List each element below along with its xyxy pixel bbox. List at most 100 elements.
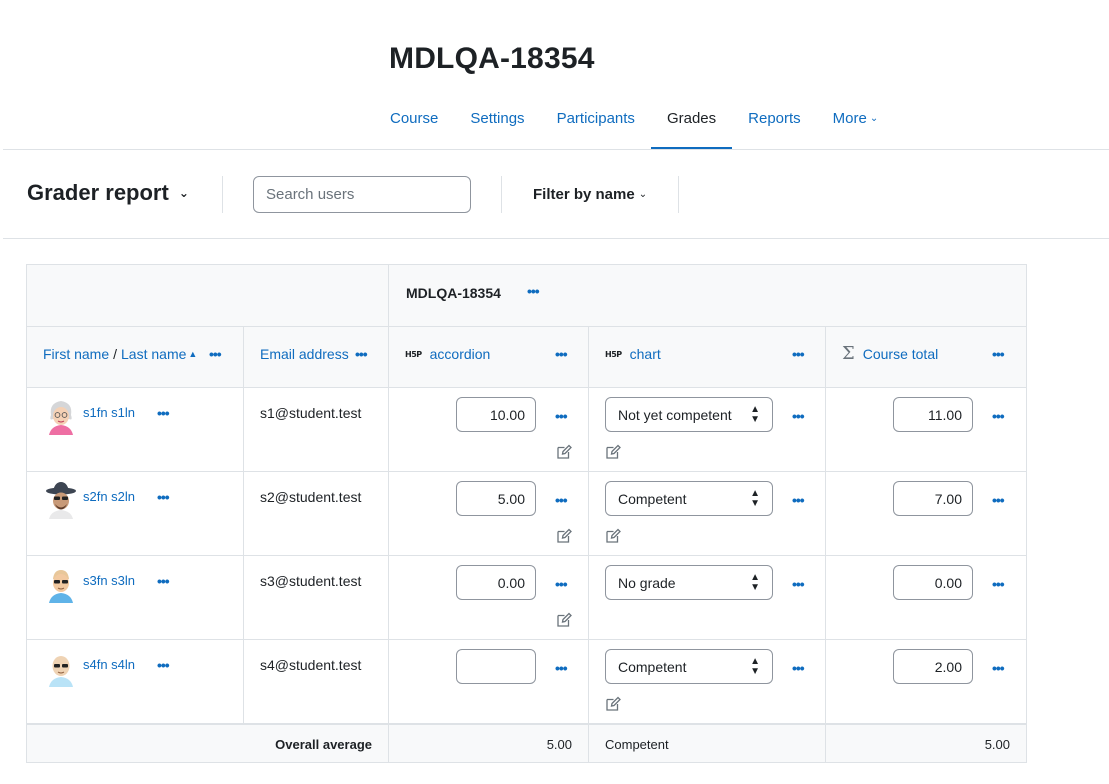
accordion-grade-input[interactable]	[456, 481, 536, 516]
course-total-link[interactable]: Course total	[863, 346, 938, 362]
select-arrows-icon: ▲ ▼	[750, 487, 760, 509]
user-menu-icon[interactable]: •••	[157, 658, 170, 672]
category-header: MDLQA-18354 •••	[387, 264, 1028, 327]
grader-table: MDLQA-18354 ••• First name / Last name ▲…	[26, 264, 1028, 763]
email-value: s4@student.test	[260, 657, 362, 673]
chart-item-link[interactable]: chart	[630, 346, 661, 362]
course-total-menu-icon[interactable]: •••	[992, 347, 1005, 361]
cell-menu-icon[interactable]: •••	[555, 409, 568, 423]
email-column-menu-icon[interactable]: •••	[355, 347, 368, 361]
chevron-down-icon: ⌄	[869, 113, 879, 124]
select-arrows-icon: ▲ ▼	[750, 571, 760, 593]
accordion-grade-input[interactable]	[456, 565, 536, 600]
cell-menu-icon[interactable]: •••	[992, 493, 1005, 507]
chart-average: Competent	[605, 736, 669, 752]
filter-by-name-button[interactable]: Filter by name ⌄	[533, 186, 647, 203]
cell-menu-icon[interactable]: •••	[792, 493, 805, 507]
action-divider	[501, 176, 502, 213]
avatar[interactable]	[45, 565, 77, 603]
chart-grade-select[interactable]: Competent ▲ ▼	[605, 481, 773, 516]
user-name-link[interactable]: s3fn s3ln	[83, 573, 135, 588]
table-row: s3fn s3ln ••• s3@student.test ••• No gra…	[26, 555, 1028, 640]
accordion-item-link[interactable]: accordion	[430, 346, 491, 362]
cell-menu-icon[interactable]: •••	[992, 577, 1005, 591]
cell-menu-icon[interactable]: •••	[992, 661, 1005, 675]
user-name-link[interactable]: s4fn s4ln	[83, 657, 135, 672]
action-divider	[222, 176, 223, 213]
user-menu-icon[interactable]: •••	[157, 574, 170, 588]
chart-column-menu-icon[interactable]: •••	[792, 347, 805, 361]
nav-settings-label: Settings	[470, 110, 525, 127]
category-name: MDLQA-18354	[406, 285, 501, 301]
nav-settings[interactable]: Settings	[454, 98, 540, 150]
edit-icon[interactable]	[556, 612, 572, 628]
email-value: s2@student.test	[260, 489, 362, 505]
chart-grade-value: Competent	[618, 658, 687, 675]
email-value: s3@student.test	[260, 573, 362, 589]
edit-icon[interactable]	[605, 528, 621, 544]
email-column-header: Email address •••	[243, 326, 389, 388]
avatar[interactable]	[45, 649, 77, 687]
user-menu-icon[interactable]: •••	[157, 490, 170, 504]
edit-icon[interactable]	[605, 444, 621, 460]
report-selector[interactable]: Grader report ⌄	[27, 180, 189, 206]
course-total-input[interactable]	[893, 397, 973, 432]
course-total-input[interactable]	[893, 481, 973, 516]
sort-last-name-link[interactable]: Last name	[121, 346, 186, 362]
user-name-link[interactable]: s1fn s1ln	[83, 405, 135, 420]
cell-menu-icon[interactable]: •••	[555, 577, 568, 591]
nav-participants[interactable]: Participants	[541, 98, 651, 150]
search-users-input[interactable]	[253, 176, 471, 213]
edit-icon[interactable]	[605, 696, 621, 712]
chart-grade-value: Competent	[618, 490, 687, 507]
h5p-icon: H5P	[405, 349, 422, 359]
user-name-link[interactable]: s2fn s2ln	[83, 489, 135, 504]
course-title: MDLQA-18354	[389, 42, 595, 75]
user-menu-icon[interactable]: •••	[157, 406, 170, 420]
overall-average-row: Overall average 5.00 Competent 5.00	[26, 722, 1028, 763]
select-arrows-icon: ▲ ▼	[750, 655, 760, 677]
report-selector-label: Grader report	[27, 180, 169, 205]
nav-more[interactable]: More ⌄	[817, 98, 895, 150]
avatar[interactable]	[45, 397, 77, 435]
course-total-input[interactable]	[893, 565, 973, 600]
table-row: s1fn s1ln ••• s1@student.test ••• Not ye…	[26, 387, 1028, 472]
nav-divider	[3, 149, 1109, 150]
sort-first-name-link[interactable]: First name	[43, 346, 109, 362]
nav-course[interactable]: Course	[374, 98, 454, 150]
actionbar-divider	[3, 238, 1109, 239]
nav-grades[interactable]: Grades	[650, 98, 733, 150]
empty-header-cell	[26, 264, 389, 327]
cell-menu-icon[interactable]: •••	[555, 661, 568, 675]
edit-icon[interactable]	[556, 444, 572, 460]
cell-menu-icon[interactable]: •••	[792, 409, 805, 423]
sigma-icon: Σ	[842, 343, 855, 364]
overall-average-label: Overall average	[275, 736, 372, 752]
course-total-column-header: Σ Course total •••	[824, 326, 1028, 388]
accordion-grade-input[interactable]	[456, 649, 536, 684]
chart-grade-select[interactable]: No grade ▲ ▼	[605, 565, 773, 600]
course-total-input[interactable]	[893, 649, 973, 684]
chart-grade-select[interactable]: Not yet competent ▲ ▼	[605, 397, 773, 432]
h5p-icon: H5P	[605, 349, 622, 359]
accordion-average: 5.00	[546, 736, 572, 752]
cell-menu-icon[interactable]: •••	[792, 661, 805, 675]
cell-menu-icon[interactable]: •••	[992, 409, 1005, 423]
name-column-menu-icon[interactable]: •••	[209, 347, 222, 361]
cell-menu-icon[interactable]: •••	[792, 577, 805, 591]
edit-icon[interactable]	[556, 528, 572, 544]
sort-email-link[interactable]: Email address	[260, 346, 349, 362]
nav-grades-label: Grades	[666, 110, 717, 127]
accordion-grade-input[interactable]	[456, 397, 536, 432]
chart-grade-select[interactable]: Competent ▲ ▼	[605, 649, 773, 684]
chevron-down-icon: ⌄	[178, 186, 189, 200]
chevron-down-icon: ⌄	[638, 189, 648, 200]
secondary-navigation: Course Settings Participants Grades Repo…	[374, 98, 894, 150]
accordion-column-menu-icon[interactable]: •••	[555, 347, 568, 361]
avatar[interactable]	[45, 481, 77, 519]
nav-reports[interactable]: Reports	[732, 98, 817, 150]
cell-menu-icon[interactable]: •••	[555, 493, 568, 507]
accordion-column-header: H5P accordion •••	[388, 326, 589, 388]
category-menu-icon[interactable]: •••	[527, 284, 540, 298]
name-separator: /	[113, 346, 118, 362]
